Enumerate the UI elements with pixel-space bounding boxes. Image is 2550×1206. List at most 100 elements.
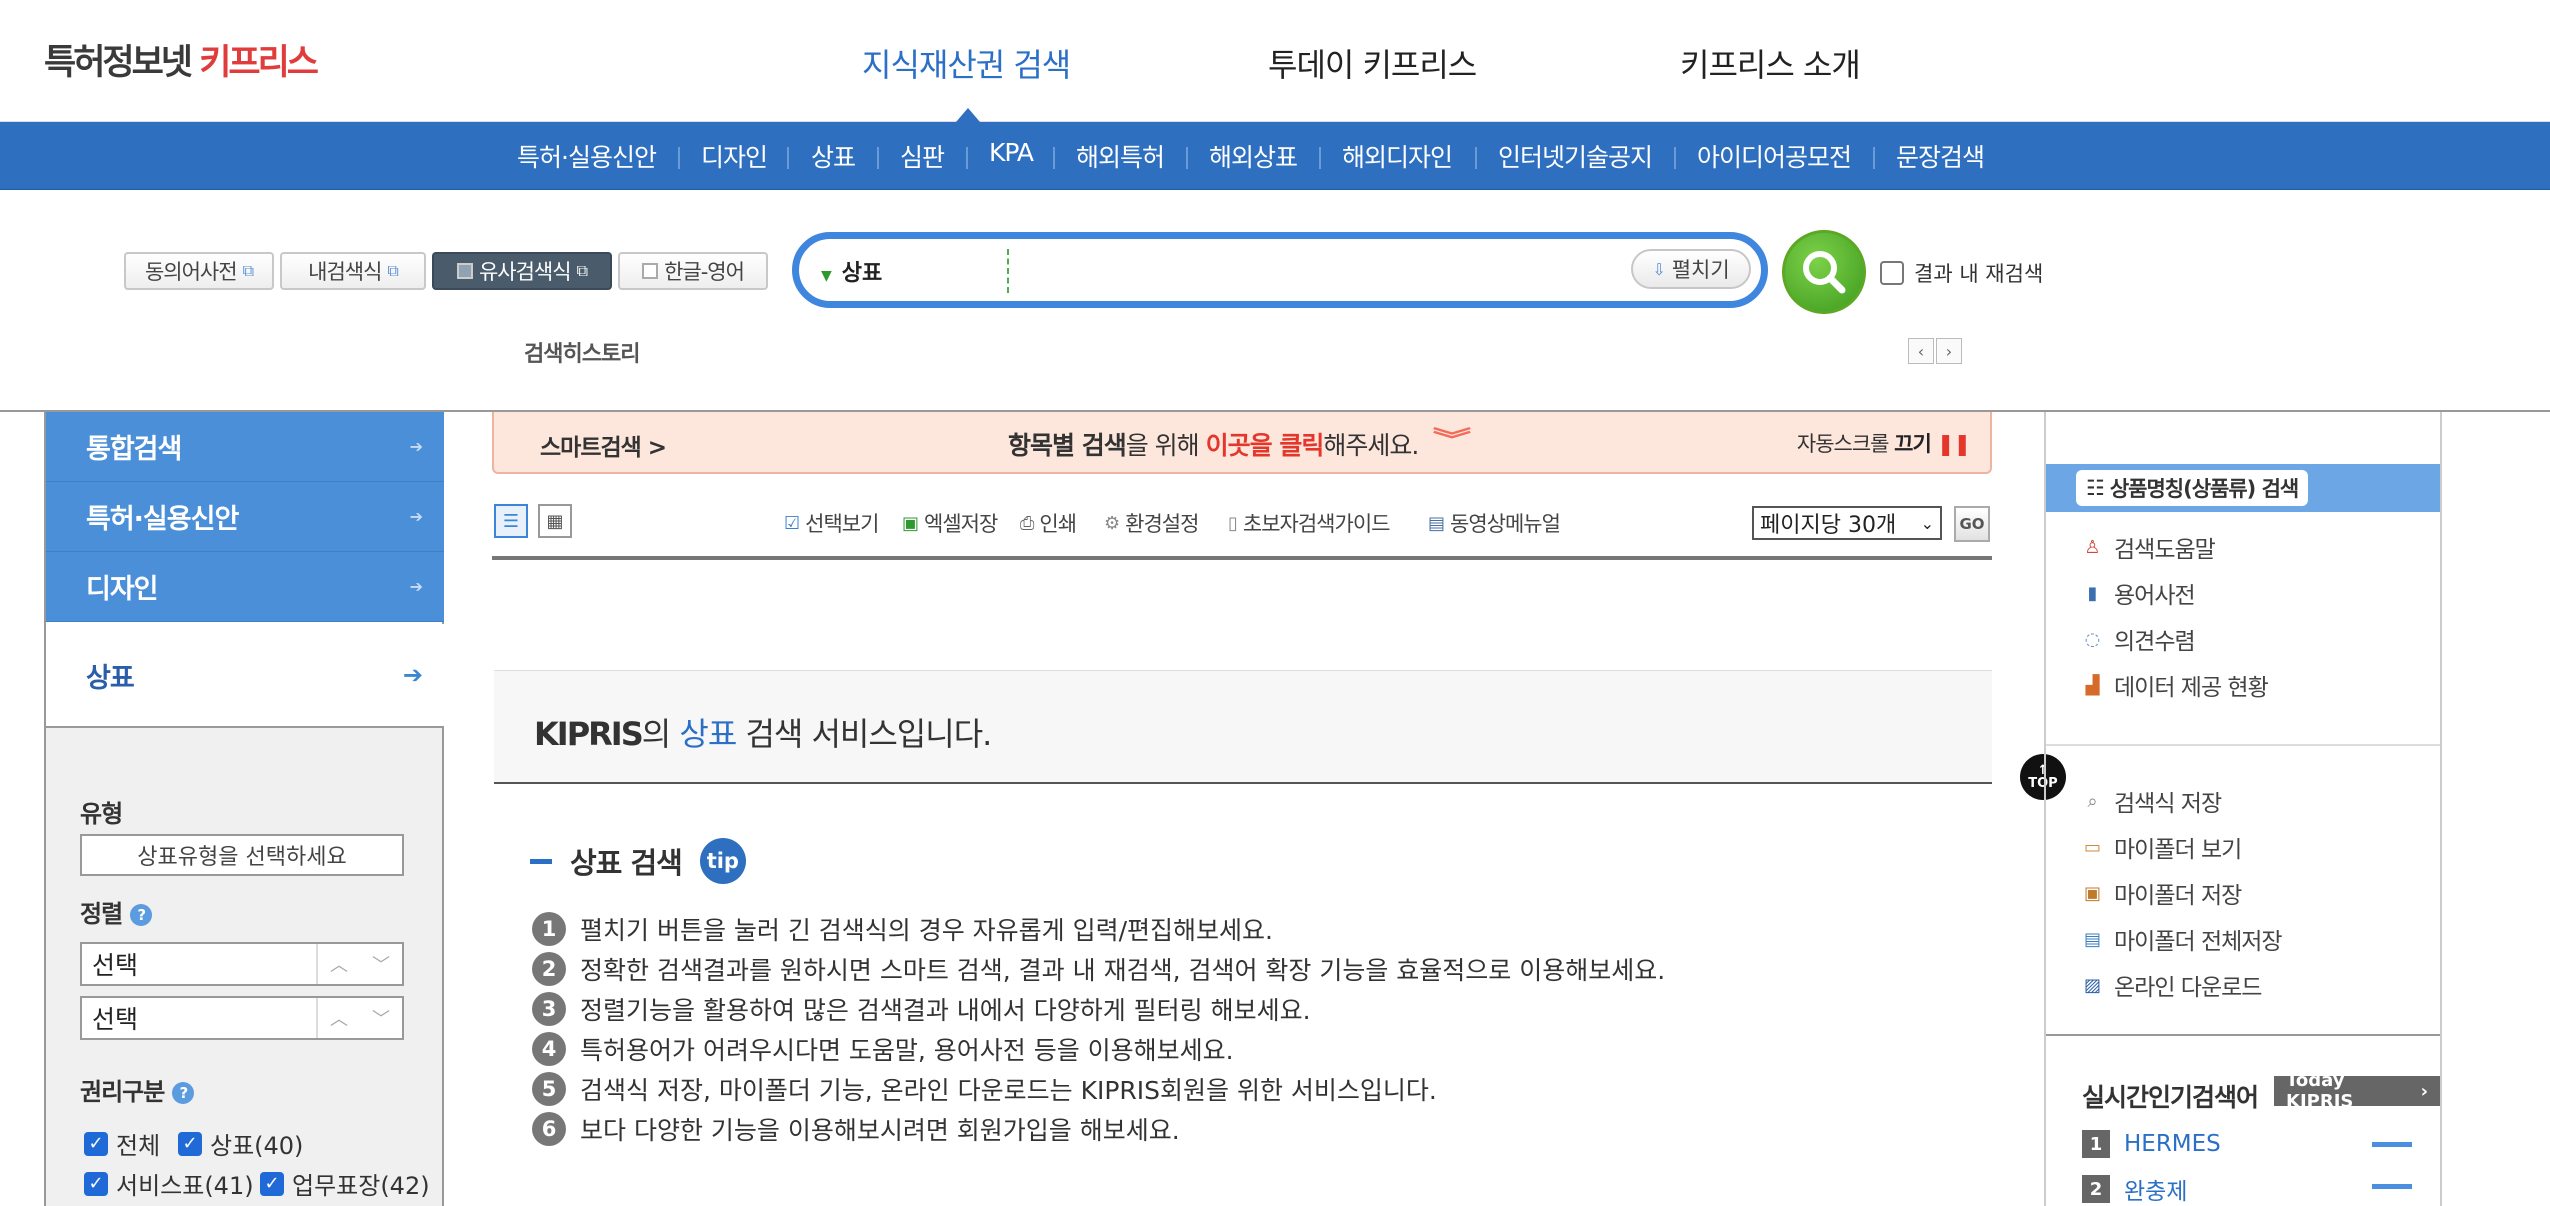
search-submit-button[interactable]	[1782, 230, 1866, 314]
search-within-results[interactable]: 결과 내 재검색	[1880, 258, 2043, 288]
korean-english-toggle[interactable]: 한글-영어	[618, 252, 768, 290]
sidebar-item-trademark[interactable]: 상표 ➔	[46, 624, 444, 728]
checkbox-checked[interactable]: ✓	[84, 1171, 108, 1196]
search-input[interactable]	[1025, 247, 1405, 293]
help-icon[interactable]: ?	[172, 1082, 195, 1104]
rights-business-mark[interactable]: ✓ 업무표장(42)	[260, 1166, 430, 1201]
checkbox-checked[interactable]: ✓	[260, 1171, 284, 1196]
chevron-down-icon[interactable]: ﹀	[372, 951, 390, 977]
checkbox-checked[interactable]: ✓	[178, 1131, 202, 1156]
smart-search-banner[interactable]: 스마트검색 > 항목별 검색을 위해 이곳을 클릭해주세요. ︾ 자동스크롤 끄…	[492, 412, 1992, 474]
search-within-checkbox[interactable]	[1880, 261, 1904, 285]
today-kipris-link[interactable]: Today KIPRIS ›	[2274, 1070, 2440, 1112]
type-select[interactable]: 상표유형을 선택하세요	[80, 834, 404, 876]
tip-text: 정확한 검색결과를 원하시면 스마트 검색, 결과 내 재검색, 검색어 확장 …	[580, 956, 1666, 985]
brand-text: KIPRIS	[534, 715, 644, 753]
my-query-button[interactable]: 내검색식 ⧉	[280, 252, 426, 290]
tool-settings[interactable]: ⚙ 환경설정	[1104, 508, 1199, 538]
sort-select-1[interactable]: 선택 ︿ ﹀	[80, 942, 404, 986]
subnav-sentence-search[interactable]: 문장검색	[1896, 138, 1985, 174]
search-category-select[interactable]: ▼ 상표	[821, 255, 882, 287]
rights-all[interactable]: ✓ 전체	[84, 1126, 160, 1161]
chevron-up-icon[interactable]: ︿	[330, 951, 348, 977]
expand-icon: ⇩	[1652, 259, 1666, 279]
rights-service-mark[interactable]: ✓ 서비스표(41)	[84, 1166, 254, 1201]
per-page-select[interactable]: 페이지당 30개 ⌄	[1752, 506, 1942, 540]
chevron-down-icon[interactable]: ﹀	[372, 1005, 390, 1031]
checkbox-icon	[642, 263, 659, 279]
subnav-patent[interactable]: 특허·실용신안	[517, 138, 657, 174]
subnav-trial[interactable]: 심판	[900, 138, 945, 174]
sidebar-item-design[interactable]: 디자인 ➔	[46, 552, 444, 622]
tip-line-5: 5 검색식 저장, 마이폴더 기능, 온라인 다운로드는 KIPRIS회원을 위한…	[532, 1071, 1437, 1107]
link-feedback[interactable]: ◌ 의견수렴	[2082, 622, 2196, 656]
sort-order-arrows[interactable]: ︿ ﹀	[316, 944, 402, 984]
link-save-query[interactable]: ⌕ 검색식 저장	[2082, 784, 2222, 818]
link-myfolder-save-all[interactable]: ▤ 마이폴더 전체저장	[2082, 922, 2283, 956]
subnav-separator	[1873, 147, 1875, 169]
rights-trademark[interactable]: ✓ 상표(40)	[178, 1126, 303, 1161]
smart-search-link[interactable]: 스마트검색 >	[540, 428, 667, 462]
bar-chart-icon: ▟	[2085, 674, 2100, 696]
expand-label: 펼치기	[1671, 258, 1730, 282]
image-view-button[interactable]: ▦	[538, 504, 572, 538]
tool-excel-save[interactable]: ▣ 엑셀저장	[902, 508, 998, 538]
history-next-button[interactable]: ›	[1936, 338, 1962, 364]
product-name-search-button[interactable]: ☷ 상품명칭(상품류) 검색	[2076, 470, 2309, 506]
info-tail: 검색 서비스입니다.	[736, 715, 992, 753]
chevron-up-icon[interactable]: ︿	[330, 1005, 348, 1031]
topnav-kipris-intro[interactable]: 키프리스 소개	[1680, 40, 1861, 86]
popular-keyword-1[interactable]: 1 HERMES	[2082, 1130, 2412, 1158]
subnav-foreign-trademark[interactable]: 해외상표	[1209, 138, 1298, 174]
subnav-foreign-patent[interactable]: 해외특허	[1076, 138, 1165, 174]
subnav-foreign-design[interactable]: 해외디자인	[1342, 138, 1453, 174]
topnav-ip-search[interactable]: 지식재산권 검색	[862, 40, 1071, 86]
link-online-download[interactable]: ▨ 온라인 다운로드	[2082, 968, 2262, 1002]
category-subnav: 특허·실용신안 디자인 상표 심판 KPA 해외특허 해외상표 해외디자인 인터…	[0, 122, 2550, 190]
similar-query-button[interactable]: 유사검색식 ⧉	[432, 252, 612, 290]
tool-print[interactable]: ⎙ 인쇄	[1020, 508, 1077, 538]
autoscroll-toggle[interactable]: 자동스크롤 끄기 ❚❚	[1797, 428, 1971, 458]
site-logo[interactable]: 특허정보넷 키프리스	[44, 34, 319, 85]
tool-beginner-guide[interactable]: ▯ 초보자검색가이드	[1228, 508, 1390, 538]
per-page-go-button[interactable]: GO	[1954, 506, 1990, 542]
subnav-kpa[interactable]: KPA	[989, 138, 1034, 167]
service-info-box: KIPRIS의 상표 검색 서비스입니다.	[494, 670, 1992, 784]
collapse-dash-icon[interactable]	[530, 858, 552, 864]
help-icon[interactable]: ?	[130, 904, 153, 926]
search-history-label: 검색히스토리	[524, 342, 640, 367]
sort-order-arrows[interactable]: ︿ ﹀	[316, 998, 402, 1038]
synonym-dict-button[interactable]: 동의어사전 ⧉	[124, 252, 274, 290]
link-myfolder-save[interactable]: ▣ 마이폴더 저장	[2082, 876, 2242, 910]
dropdown-triangle-icon: ▼	[821, 268, 832, 284]
active-nav-caret	[956, 108, 980, 122]
subnav-idea-contest[interactable]: 아이디어공모전	[1697, 138, 1852, 174]
sidebar-item-patent[interactable]: 특허·실용신안 ➔	[46, 482, 444, 552]
checkbox-checked[interactable]: ✓	[84, 1131, 108, 1156]
popular-keyword-2[interactable]: 2 완충제	[2082, 1172, 2412, 1206]
subnav-trademark[interactable]: 상표	[811, 138, 856, 174]
double-chevron-down-icon: ︾	[1432, 426, 1472, 454]
sidebar-item-integrated[interactable]: 통합검색 ➔	[46, 412, 444, 482]
site-header: 특허정보넷 키프리스 지식재산권 검색 투데이 키프리스 키프리스 소개	[0, 0, 2550, 122]
subnav-tech-disclosure[interactable]: 인터넷기술공지	[1498, 138, 1653, 174]
sort-select-2[interactable]: 선택 ︿ ﹀	[80, 996, 404, 1040]
topnav-today-kipris[interactable]: 투데이 키프리스	[1268, 40, 1477, 86]
expand-button[interactable]: ⇩ 펼치기	[1631, 249, 1751, 289]
banner-click: 이곳을 클릭	[1205, 431, 1325, 460]
tip-text: 보다 다양한 기능을 이용해보시려면 회원가입을 해보세요.	[580, 1116, 1180, 1145]
history-prev-button[interactable]: ‹	[1908, 338, 1934, 364]
link-search-help[interactable]: ♙ 검색도움말	[2082, 530, 2215, 564]
link-glossary[interactable]: ▮ 용어사전	[2082, 576, 2196, 610]
tool-select-view[interactable]: ☑ 선택보기	[784, 508, 879, 538]
link-myfolder-view[interactable]: ▭ 마이폴더 보기	[2082, 830, 2242, 864]
list-view-button[interactable]: ☰	[494, 504, 528, 538]
sidebar-item-label: 디자인	[86, 574, 159, 605]
checkbox-icon: ☑	[784, 512, 800, 534]
banner-message[interactable]: 항목별 검색을 위해 이곳을 클릭해주세요.	[1008, 426, 1419, 462]
search-category-label: 상표	[841, 261, 883, 286]
tool-video-manual[interactable]: ▤ 동영상메뉴얼	[1428, 508, 1561, 538]
popup-icon: ⧉	[576, 261, 588, 280]
link-data-status[interactable]: ▟ 데이터 제공 현황	[2082, 668, 2269, 702]
subnav-design[interactable]: 디자인	[701, 138, 768, 174]
